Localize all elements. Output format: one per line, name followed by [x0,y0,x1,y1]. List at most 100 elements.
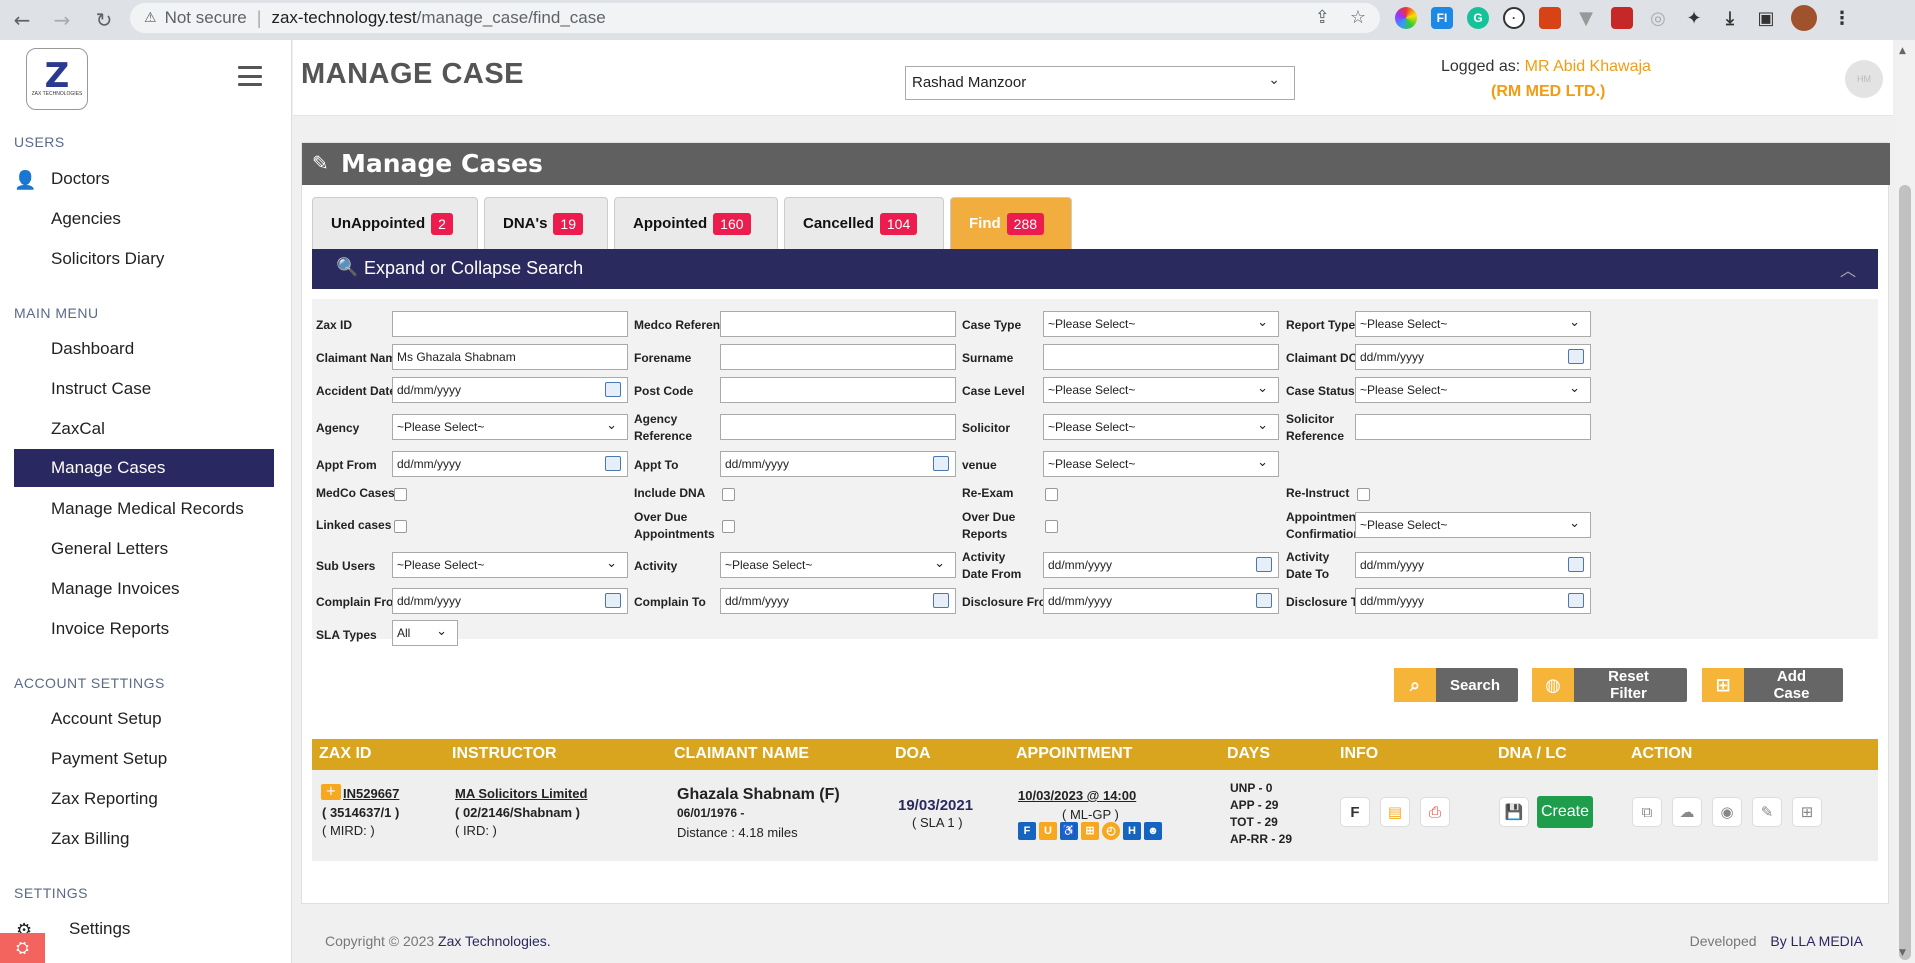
zax-logo[interactable]: Z ZAX TECHNOLOGIES [26,48,88,110]
surname-input[interactable] [1043,344,1279,370]
vue-extension-icon[interactable]: ▼ [1575,7,1597,29]
add-case-button[interactable]: ⊞ Add Case [1702,668,1843,702]
calendar-icon[interactable] [605,593,621,608]
sidebar-item-manage-medical-records[interactable]: Manage Medical Records [14,490,274,528]
color-picker-extension-icon[interactable] [1395,7,1417,29]
download-icon[interactable]: ⤓ [1719,7,1741,29]
over-due-reports-checkbox[interactable] [1045,520,1058,533]
solicitor-select[interactable]: ~Please Select~ ⌄ [1043,414,1279,440]
appointment-confirmation-select[interactable]: ~Please Select~ ⌄ [1355,512,1591,538]
re-exam-checkbox[interactable] [1045,488,1058,501]
create-button[interactable]: Create [1537,796,1593,828]
linked-cases-checkbox[interactable] [394,520,407,533]
instructor-link[interactable]: MA Solicitors Limited [455,786,587,801]
puzzle-extensions-icon[interactable]: ✦ [1683,7,1705,29]
appt-to-input[interactable]: dd/mm/yyyy [720,451,956,477]
include-dna-checkbox[interactable] [722,488,735,501]
back-icon[interactable]: ← [2,3,42,37]
view-eye-icon[interactable]: ◉ [1712,797,1742,827]
post-code-input[interactable] [720,377,956,403]
sidebar-item-general-letters[interactable]: General Letters [14,530,274,568]
disclosure-from-input[interactable]: dd/mm/yyyy [1043,588,1279,614]
sidebar-item-doctors[interactable]: 👤 Doctors [14,160,274,198]
info-f-button[interactable]: F [1340,797,1370,827]
tab-dnas[interactable]: DNA's 19 [484,197,608,249]
edit-document-icon[interactable]: ✎ [1752,797,1782,827]
agency-reference-input[interactable] [720,414,956,440]
forename-input[interactable] [720,344,956,370]
tab-unappointed[interactable]: UnAppointed 2 [312,197,478,249]
over-due-appointments-checkbox[interactable] [722,520,735,533]
complain-from-input[interactable]: dd/mm/yyyy [392,588,628,614]
sidebar-item-invoice-reports[interactable]: Invoice Reports [14,610,274,648]
tab-appointed[interactable]: Appointed 160 [614,197,778,249]
expand-collapse-search-bar[interactable]: 🔍 Expand or Collapse Search ︿ [312,249,1878,289]
calendar-icon[interactable] [1256,557,1272,572]
chart-extension-icon[interactable] [1611,7,1633,29]
medco-cases-checkbox[interactable] [394,488,407,501]
sidebar-item-zaxcal[interactable]: ZaxCal [14,410,274,448]
claimant-name-input[interactable]: Ms Ghazala Shabnam [392,344,628,370]
claimant-dob-input[interactable]: dd/mm/yyyy [1355,344,1591,370]
appointment-link[interactable]: 10/03/2023 @ 14:00 [1018,788,1136,803]
page-scrollbar[interactable]: ▲ ▼ [1895,40,1915,963]
gauge-extension-icon[interactable]: · [1503,7,1525,29]
address-bar[interactable]: ⚠ Not secure | zax-technology.test /mana… [130,3,1380,33]
scrollbar-thumb[interactable] [1899,185,1911,960]
save-icon[interactable]: 💾 [1499,797,1529,827]
avatar[interactable]: HM [1845,60,1883,98]
sidebar-item-manage-invoices[interactable]: Manage Invoices [14,570,274,608]
grid-icon[interactable]: ⊞ [1792,797,1822,827]
add-copy-icon[interactable]: ⧉ [1632,797,1662,827]
menu-kebab-icon[interactable]: ⋮ [1831,7,1853,29]
scroll-down-icon[interactable]: ▼ [1899,948,1906,958]
complain-to-input[interactable]: dd/mm/yyyy [720,588,956,614]
sla-types-select[interactable]: All ⌄ [392,620,458,646]
case-type-select[interactable]: ~Please Select~ ⌄ [1043,311,1279,337]
calendar-icon[interactable] [1568,349,1584,364]
zax-id-link[interactable]: IN529667 [343,786,399,801]
activity-select[interactable]: ~Please Select~ ⌄ [720,552,956,578]
red-extension-icon[interactable] [1539,7,1561,29]
tab-cancelled[interactable]: Cancelled 104 [784,197,944,249]
case-status-select[interactable]: ~Please Select~ ⌄ [1355,377,1591,403]
share-icon[interactable]: ⇪ [1315,7,1330,28]
report-type-select[interactable]: ~Please Select~ ⌄ [1355,311,1591,337]
profile-avatar[interactable] [1791,5,1817,31]
tab-find[interactable]: Find 288 [950,197,1072,249]
search-button[interactable]: ⌕ Search [1394,668,1518,702]
expand-row-icon[interactable]: + [321,784,341,800]
sidebar-item-manage-cases[interactable]: Manage Cases [14,449,274,487]
activity-date-to-input[interactable]: dd/mm/yyyy [1355,552,1591,578]
user-select-dropdown[interactable]: Rashad Manzoor ⌄ [905,66,1295,100]
sidebar-item-instruct-case[interactable]: Instruct Case [14,370,274,408]
print-icon[interactable]: ⎙ [1420,797,1450,827]
sidebar-item-agencies[interactable]: Agencies [14,200,274,238]
re-instruct-checkbox[interactable] [1357,488,1370,501]
appt-from-input[interactable]: dd/mm/yyyy [392,451,628,477]
calendar-icon[interactable] [933,456,949,471]
upload-cloud-icon[interactable]: ☁ [1672,797,1702,827]
developer-name[interactable]: By LLA MEDIA [1770,933,1863,949]
sidebar-item-zax-billing[interactable]: Zax Billing [14,820,274,858]
scroll-up-icon[interactable]: ▲ [1899,46,1906,56]
activity-date-from-input[interactable]: dd/mm/yyyy [1043,552,1279,578]
reload-icon[interactable]: ↻ [84,3,124,37]
case-level-select[interactable]: ~Please Select~ ⌄ [1043,377,1279,403]
calendar-icon[interactable] [605,456,621,471]
sidebar-item-account-setup[interactable]: Account Setup [14,700,274,738]
sidebar-item-solicitors-diary[interactable]: Solicitors Diary [14,240,274,278]
sidepanel-icon[interactable]: ▣ [1755,7,1777,29]
calendar-icon[interactable] [1568,593,1584,608]
venue-select[interactable]: ~Please Select~ ⌄ [1043,451,1279,477]
calendar-icon[interactable] [1568,557,1584,572]
timer-extension-icon[interactable]: ◎ [1647,7,1669,29]
disclosure-to-input[interactable]: dd/mm/yyyy [1355,588,1591,614]
sidebar-item-payment-setup[interactable]: Payment Setup [14,740,274,778]
accident-date-input[interactable]: dd/mm/yyyy [392,377,628,403]
laravel-debug-icon[interactable]: ⛭ [0,933,45,963]
calendar-icon[interactable] [605,382,621,397]
sidebar-item-dashboard[interactable]: Dashboard [14,330,274,368]
bookmark-star-icon[interactable]: ☆ [1350,7,1366,28]
grammarly-icon[interactable]: G [1467,7,1489,29]
